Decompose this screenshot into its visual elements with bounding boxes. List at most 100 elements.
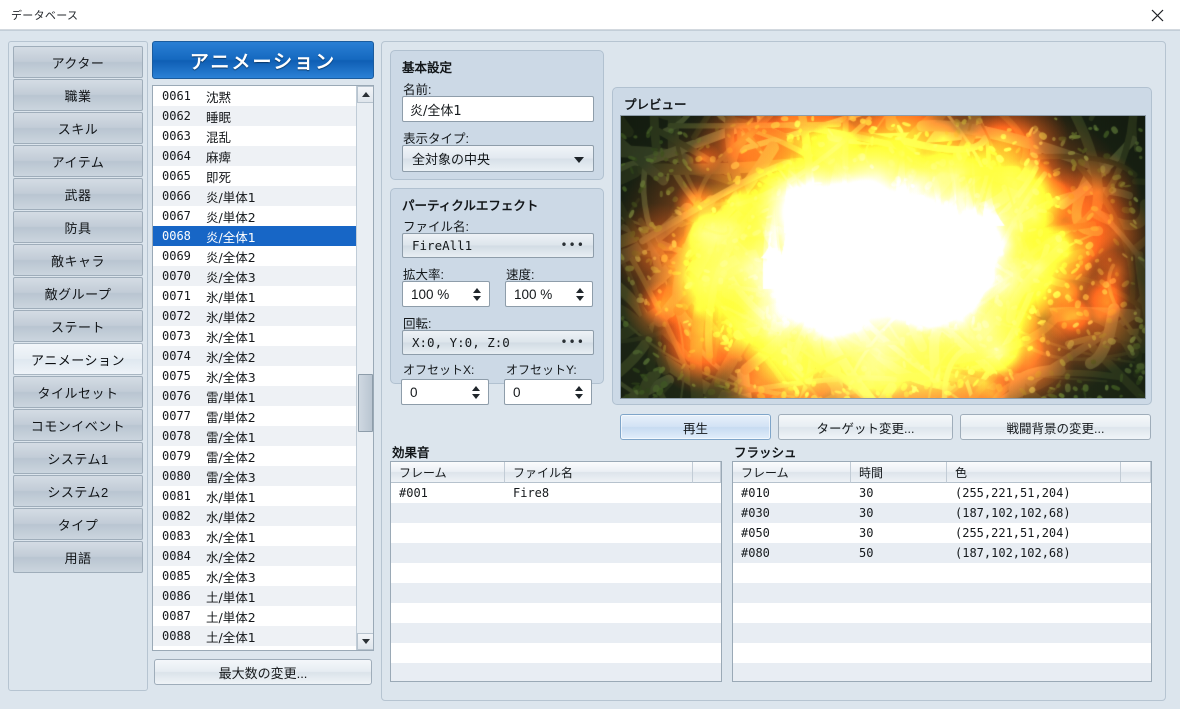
- list-item[interactable]: 0084水/全体2: [153, 546, 356, 566]
- speed-input[interactable]: 100 %: [505, 281, 593, 307]
- list-item[interactable]: 0076雷/単体1: [153, 386, 356, 406]
- column-header[interactable]: [1121, 462, 1151, 483]
- column-header[interactable]: [693, 462, 721, 483]
- list-item[interactable]: 0087土/単体2: [153, 606, 356, 626]
- list-item[interactable]: 0073氷/全体1: [153, 326, 356, 346]
- list-item[interactable]: 0063混乱: [153, 126, 356, 146]
- flash-title: フラッシュ: [734, 442, 797, 461]
- animation-list-scrollbar[interactable]: [356, 86, 373, 650]
- scroll-down-arrow-icon[interactable]: [357, 633, 374, 650]
- table-row[interactable]: [733, 643, 1151, 663]
- list-item[interactable]: 0081水/単体1: [153, 486, 356, 506]
- sidebar-item-11[interactable]: コモンイベント: [13, 409, 143, 441]
- close-icon[interactable]: [1134, 0, 1180, 30]
- spinner-up-down-icon[interactable]: [575, 284, 585, 304]
- list-item[interactable]: 0061沈黙: [153, 86, 356, 106]
- sidebar-item-10[interactable]: タイルセット: [13, 376, 143, 408]
- particle-filename-field[interactable]: FireAll1 •••: [402, 233, 594, 258]
- sidebar-item-5[interactable]: 防具: [13, 211, 143, 243]
- list-item[interactable]: 0074氷/全体2: [153, 346, 356, 366]
- list-item[interactable]: 0086土/単体1: [153, 586, 356, 606]
- sidebar-item-6[interactable]: 敵キャラ: [13, 244, 143, 276]
- play-button[interactable]: 再生: [620, 414, 771, 440]
- column-header[interactable]: 時間: [851, 462, 947, 483]
- sound-effects-table[interactable]: フレームファイル名 #001Fire8: [390, 461, 722, 682]
- sidebar-item-4[interactable]: 武器: [13, 178, 143, 210]
- sidebar-item-9[interactable]: アニメーション: [13, 343, 143, 375]
- column-header[interactable]: フレーム: [391, 462, 505, 483]
- table-row[interactable]: [733, 663, 1151, 682]
- list-item[interactable]: 0069炎/全体2: [153, 246, 356, 266]
- list-item[interactable]: 0072氷/単体2: [153, 306, 356, 326]
- animation-list-scrollarea[interactable]: 0061沈黙0062睡眠0063混乱0064麻痺0065即死0066炎/単体10…: [153, 86, 356, 650]
- flash-table[interactable]: フレーム時間色 #01030(255,221,51,204)#03030(187…: [732, 461, 1152, 682]
- scroll-up-arrow-icon[interactable]: [357, 86, 374, 103]
- list-item[interactable]: 0088土/全体1: [153, 626, 356, 646]
- ellipsis-browse-icon[interactable]: •••: [560, 238, 585, 252]
- sound-effects-title: 効果音: [392, 442, 430, 461]
- table-row[interactable]: [391, 603, 721, 623]
- list-item[interactable]: 0064麻痺: [153, 146, 356, 166]
- sidebar-item-2[interactable]: スキル: [13, 112, 143, 144]
- table-row[interactable]: [391, 523, 721, 543]
- list-item[interactable]: 0065即死: [153, 166, 356, 186]
- scale-input[interactable]: 100 %: [402, 281, 490, 307]
- list-item[interactable]: 0077雷/単体2: [153, 406, 356, 426]
- sidebar-item-14[interactable]: タイプ: [13, 508, 143, 540]
- rotation-field[interactable]: X:0, Y:0, Z:0 •••: [402, 330, 594, 355]
- sidebar-item-1[interactable]: 職業: [13, 79, 143, 111]
- table-row[interactable]: [391, 643, 721, 663]
- sidebar-item-13[interactable]: システム2: [13, 475, 143, 507]
- list-item[interactable]: 0062睡眠: [153, 106, 356, 126]
- sidebar-item-8[interactable]: ステート: [13, 310, 143, 342]
- list-item[interactable]: 0080雷/全体3: [153, 466, 356, 486]
- sidebar-item-15[interactable]: 用語: [13, 541, 143, 573]
- table-row[interactable]: [391, 583, 721, 603]
- change-max-count-button[interactable]: 最大数の変更...: [154, 659, 372, 685]
- table-row[interactable]: [733, 603, 1151, 623]
- ellipsis-browse-icon[interactable]: •••: [560, 335, 585, 349]
- list-item[interactable]: 0071氷/単体1: [153, 286, 356, 306]
- list-item[interactable]: 0085水/全体3: [153, 566, 356, 586]
- name-input[interactable]: 炎/全体1: [402, 96, 594, 122]
- scrollbar-thumb[interactable]: [358, 374, 373, 432]
- list-item[interactable]: 0083水/全体1: [153, 526, 356, 546]
- column-header[interactable]: 色: [947, 462, 1121, 483]
- table-row[interactable]: [391, 563, 721, 583]
- column-header[interactable]: ファイル名: [505, 462, 693, 483]
- animation-list-header: アニメーション: [152, 41, 374, 79]
- table-row[interactable]: [391, 623, 721, 643]
- list-item[interactable]: 0066炎/単体1: [153, 186, 356, 206]
- change-battleback-button[interactable]: 戦闘背景の変更...: [960, 414, 1151, 440]
- table-row[interactable]: [391, 663, 721, 682]
- list-item[interactable]: 0068炎/全体1: [153, 226, 356, 246]
- list-item[interactable]: 0067炎/単体2: [153, 206, 356, 226]
- spinner-up-down-icon[interactable]: [471, 382, 481, 402]
- sidebar-item-12[interactable]: システム1: [13, 442, 143, 474]
- table-row[interactable]: #01030(255,221,51,204): [733, 483, 1151, 503]
- list-item[interactable]: 0070炎/全体3: [153, 266, 356, 286]
- table-row[interactable]: #05030(255,221,51,204): [733, 523, 1151, 543]
- table-row[interactable]: #08050(187,102,102,68): [733, 543, 1151, 563]
- table-row[interactable]: #03030(187,102,102,68): [733, 503, 1151, 523]
- table-row[interactable]: #001Fire8: [391, 483, 721, 503]
- change-target-button[interactable]: ターゲット変更...: [778, 414, 953, 440]
- spinner-up-down-icon[interactable]: [472, 284, 482, 304]
- table-row[interactable]: [391, 503, 721, 523]
- offset-x-input[interactable]: 0: [401, 379, 489, 405]
- table-row[interactable]: [733, 563, 1151, 583]
- table-row[interactable]: [391, 543, 721, 563]
- table-row[interactable]: [733, 623, 1151, 643]
- sidebar-item-7[interactable]: 敵グループ: [13, 277, 143, 309]
- sidebar-item-3[interactable]: アイテム: [13, 145, 143, 177]
- column-header[interactable]: フレーム: [733, 462, 851, 483]
- sidebar-item-0[interactable]: アクター: [13, 46, 143, 78]
- display-type-select[interactable]: 全対象の中央: [402, 145, 594, 172]
- list-item[interactable]: 0079雷/全体2: [153, 446, 356, 466]
- list-item[interactable]: 0082水/単体2: [153, 506, 356, 526]
- spinner-up-down-icon[interactable]: [574, 382, 584, 402]
- offset-y-input[interactable]: 0: [504, 379, 592, 405]
- list-item[interactable]: 0075氷/全体3: [153, 366, 356, 386]
- table-row[interactable]: [733, 583, 1151, 603]
- list-item[interactable]: 0078雷/全体1: [153, 426, 356, 446]
